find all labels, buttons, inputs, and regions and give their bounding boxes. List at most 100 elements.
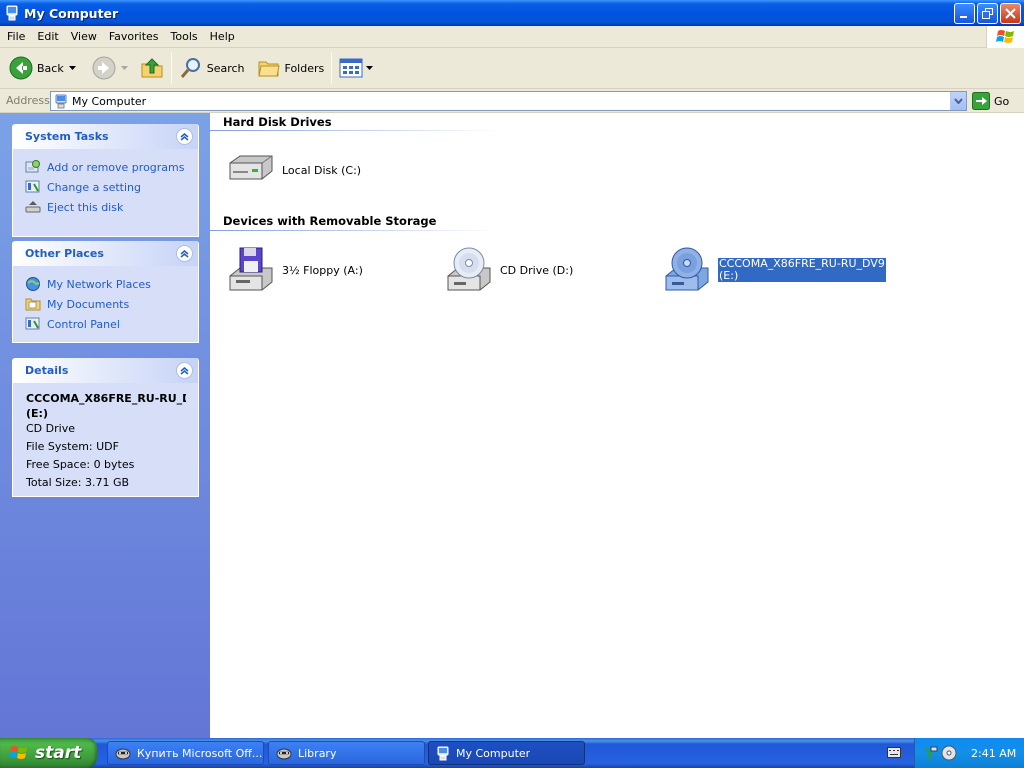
removable-storage-heading: Devices with Removable Storage — [223, 214, 437, 228]
toolbar-separator — [170, 53, 172, 83]
place-my-documents[interactable]: My Documents — [25, 294, 188, 314]
folders-button[interactable]: Folders — [254, 52, 328, 84]
folders-label: Folders — [284, 61, 325, 75]
folders-icon — [257, 61, 280, 77]
hard-disk-icon — [229, 155, 273, 180]
dvd-drive-icon — [665, 247, 709, 291]
network-status-icon[interactable] — [923, 745, 939, 761]
go-button[interactable]: Go — [972, 92, 1009, 110]
raccoon-app-icon — [276, 748, 292, 760]
views-dropdown-icon[interactable] — [366, 66, 374, 70]
network-places-icon — [26, 277, 40, 291]
system-tray: 2:41 AM — [914, 738, 1024, 768]
taskbar-button-library[interactable]: Library — [268, 741, 425, 765]
task-change-setting[interactable]: Change a setting — [25, 177, 188, 197]
menu-view[interactable]: View — [65, 26, 103, 48]
menu-help[interactable]: Help — [204, 26, 241, 48]
menu-file[interactable]: File — [0, 26, 31, 48]
details-header[interactable]: Details — [13, 358, 198, 383]
address-label: Address — [6, 94, 50, 107]
drive-label: CD Drive (D:) — [500, 263, 574, 277]
other-places-title: Other Places — [25, 247, 104, 260]
views-icon — [339, 58, 363, 78]
forward-arrow-icon — [92, 56, 116, 80]
address-value: My Computer — [72, 94, 147, 108]
go-label: Go — [994, 94, 1010, 108]
other-places-header[interactable]: Other Places — [13, 241, 198, 266]
forward-button[interactable] — [89, 52, 131, 84]
details-title: Details — [25, 364, 69, 377]
title-bar[interactable]: My Computer — [0, 0, 1024, 26]
forward-dropdown-icon[interactable] — [120, 66, 128, 70]
control-panel-icon — [25, 180, 40, 193]
cd-tray-icon[interactable] — [941, 745, 957, 761]
drive-label: 3½ Floppy (A:) — [282, 263, 363, 277]
floppy-drive-icon — [229, 247, 273, 291]
drive-list-view: Hard Disk Drives Local Disk (C:) Devices… — [210, 113, 1024, 738]
menu-tools[interactable]: Tools — [165, 26, 204, 48]
collapse-chevron-icon[interactable] — [176, 128, 193, 145]
collapse-chevron-icon[interactable] — [176, 245, 193, 262]
taskbar: start Купить Microsoft Off... Library My… — [0, 738, 1024, 768]
up-folder-icon — [141, 58, 163, 78]
address-dropdown-button[interactable] — [950, 92, 966, 110]
menu-bar: File Edit View Favorites Tools Help — [0, 26, 1024, 48]
drive-local-disk-c[interactable]: Local Disk (C:) — [226, 153, 361, 187]
details-free-space: Free Space: 0 bytes — [26, 458, 135, 471]
place-control-panel[interactable]: Control Panel — [25, 314, 188, 334]
views-button[interactable] — [336, 52, 376, 84]
toolbar-separator — [331, 53, 333, 83]
start-label: start — [35, 743, 82, 763]
restore-icon — [982, 8, 993, 19]
address-input[interactable]: My Computer — [50, 91, 967, 111]
restore-button[interactable] — [977, 3, 998, 24]
clock[interactable]: 2:41 AM — [971, 747, 1016, 760]
task-add-remove-programs[interactable]: Add or remove programs — [25, 157, 188, 177]
search-icon — [180, 58, 200, 78]
system-tasks-title: System Tasks — [25, 130, 109, 143]
details-item-type: CD Drive — [26, 422, 75, 435]
back-label: Back — [37, 61, 64, 75]
section-divider — [210, 130, 500, 131]
drive-dvd-e[interactable]: CCCOMA_X86FRE_RU-RU_DV9 (E:) — [662, 246, 886, 294]
task-eject-disk[interactable]: Eject this disk — [25, 197, 188, 217]
search-label: Search — [206, 61, 245, 75]
details-item-name: CCCOMA_X86FRE_RU-RU_DV9 — [26, 392, 186, 405]
add-remove-programs-icon — [25, 160, 40, 173]
system-tasks-panel: System Tasks Add or remove programs Chan… — [12, 124, 199, 237]
task-pane: System Tasks Add or remove programs Chan… — [0, 113, 210, 738]
raccoon-app-icon — [115, 748, 131, 760]
collapse-chevron-icon[interactable] — [176, 362, 193, 379]
close-button[interactable] — [1000, 3, 1021, 24]
system-tasks-header[interactable]: System Tasks — [13, 124, 198, 149]
back-button[interactable]: Back — [6, 52, 79, 84]
back-dropdown-icon[interactable] — [68, 66, 76, 70]
drive-cd-d[interactable]: CD Drive (D:) — [444, 246, 573, 294]
minimize-icon — [960, 16, 967, 18]
taskbar-button-office[interactable]: Купить Microsoft Off... — [107, 741, 264, 765]
windows-logo-icon — [986, 26, 1024, 48]
drive-label-selected: CCCOMA_X86FRE_RU-RU_DV9 (E:) — [718, 257, 886, 282]
menu-favorites[interactable]: Favorites — [103, 26, 165, 48]
keyboard-layout-icon[interactable] — [887, 747, 901, 758]
hard-disk-drives-heading: Hard Disk Drives — [223, 115, 332, 129]
my-computer-icon — [437, 746, 449, 760]
drive-floppy-a[interactable]: 3½ Floppy (A:) — [226, 246, 363, 294]
drive-label: Local Disk (C:) — [282, 163, 362, 177]
my-computer-icon — [55, 94, 67, 108]
details-item-drive-letter: (E:) — [26, 407, 48, 420]
eject-disk-icon — [25, 201, 41, 213]
close-icon — [1005, 8, 1016, 19]
search-button[interactable]: Search — [176, 52, 248, 84]
place-my-network-places[interactable]: My Network Places — [25, 274, 188, 294]
minimize-button[interactable] — [954, 3, 975, 24]
up-button[interactable] — [137, 52, 167, 84]
other-places-panel: Other Places My Network Places My Docume… — [12, 241, 199, 343]
details-panel: Details CCCOMA_X86FRE_RU-RU_DV9 (E:) CD … — [12, 358, 199, 497]
taskbar-button-my-computer[interactable]: My Computer — [428, 741, 585, 765]
control-panel-icon — [25, 317, 40, 330]
start-button[interactable]: start — [0, 738, 97, 768]
cd-drive-icon — [447, 247, 491, 291]
chevron-down-icon — [954, 98, 963, 104]
menu-edit[interactable]: Edit — [31, 26, 64, 48]
